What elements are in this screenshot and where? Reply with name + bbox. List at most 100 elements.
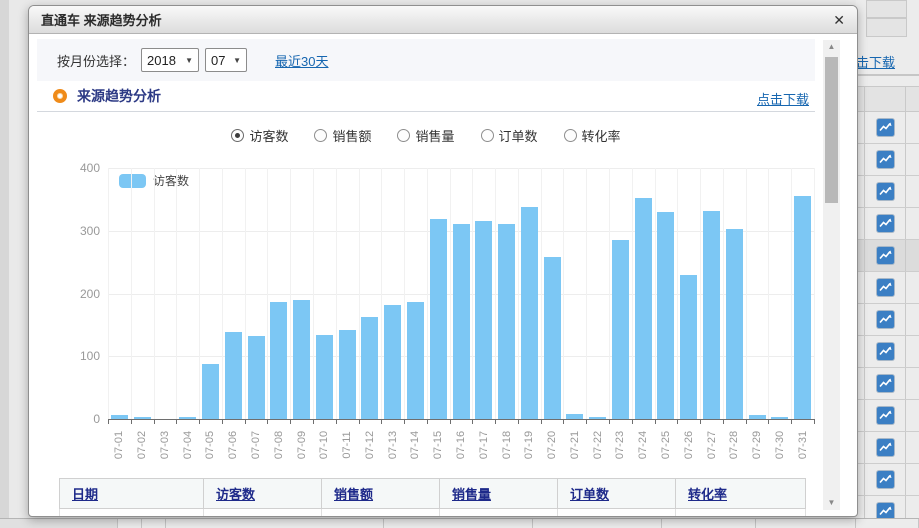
x-axis-tick — [267, 420, 268, 424]
column-sort-link[interactable]: 销售量 — [452, 484, 491, 503]
bar-07-28[interactable] — [726, 229, 743, 419]
bar-07-20[interactable] — [544, 257, 561, 419]
bg-table-row — [856, 336, 919, 368]
bar-07-19[interactable] — [521, 207, 538, 419]
bar-07-01[interactable] — [111, 415, 128, 419]
x-axis-label: 07-13 — [387, 431, 399, 459]
bar-07-10[interactable] — [316, 335, 333, 419]
bar-07-14[interactable] — [407, 302, 424, 419]
x-axis-tick — [359, 420, 360, 424]
dialog-titlebar[interactable]: 直通车 来源趋势分析 ✕ — [29, 6, 857, 34]
x-axis-label: 07-16 — [455, 431, 467, 459]
v-gridline — [791, 168, 792, 419]
bar-07-26[interactable] — [680, 275, 697, 419]
line-chart-icon[interactable] — [877, 311, 894, 328]
x-axis-tick — [131, 420, 132, 424]
line-chart-icon[interactable] — [877, 343, 894, 360]
bar-07-22[interactable] — [589, 417, 606, 419]
line-chart-icon[interactable] — [877, 119, 894, 136]
bar-07-02[interactable] — [134, 417, 151, 419]
v-gridline — [609, 168, 610, 419]
v-gridline — [131, 168, 132, 419]
x-axis-tick — [677, 420, 678, 424]
v-gridline — [746, 168, 747, 419]
table-cell — [557, 509, 675, 516]
bar-07-08[interactable] — [270, 302, 287, 419]
v-gridline — [313, 168, 314, 419]
x-axis-label: 07-02 — [136, 431, 148, 459]
bar-07-29[interactable] — [749, 415, 766, 419]
bg-table-row — [856, 112, 919, 144]
v-gridline — [723, 168, 724, 419]
line-chart-icon[interactable] — [877, 439, 894, 456]
bg-table-row — [856, 400, 919, 432]
bar-07-15[interactable] — [430, 219, 447, 419]
line-chart-icon[interactable] — [877, 407, 894, 424]
x-axis-label: 07-10 — [318, 431, 330, 459]
x-axis-tick — [655, 420, 656, 424]
bar-07-05[interactable] — [202, 364, 219, 419]
v-gridline — [336, 168, 337, 419]
x-axis-tick — [313, 420, 314, 424]
bar-07-31[interactable] — [794, 196, 811, 419]
v-gridline — [199, 168, 200, 419]
bar-07-18[interactable] — [498, 224, 515, 419]
v-gridline — [700, 168, 701, 419]
bar-07-16[interactable] — [453, 224, 470, 419]
bar-07-27[interactable] — [703, 211, 720, 419]
table-header-访客数: 访客数 — [203, 478, 321, 509]
x-axis-tick — [427, 420, 428, 424]
column-sort-link[interactable]: 订单数 — [570, 484, 609, 503]
x-axis-tick — [814, 420, 815, 424]
bar-07-07[interactable] — [248, 336, 265, 419]
bar-07-17[interactable] — [475, 221, 492, 419]
x-axis-label: 07-03 — [159, 431, 171, 459]
bar-07-06[interactable] — [225, 332, 242, 419]
bar-07-23[interactable] — [612, 240, 629, 419]
x-axis-line — [108, 419, 815, 420]
v-gridline — [267, 168, 268, 419]
x-axis-label: 07-21 — [569, 431, 581, 459]
line-chart-icon[interactable] — [877, 375, 894, 392]
scroll-up-icon[interactable]: ▲ — [823, 40, 840, 54]
x-axis-tick — [336, 420, 337, 424]
screen: 点击下载 直通车 来源趋势分析 ✕ 按月份选择： 2018 ▼ 07 — [0, 0, 919, 528]
x-axis-tick — [154, 420, 155, 424]
x-axis-label: 07-05 — [204, 431, 216, 459]
line-chart-icon[interactable] — [877, 471, 894, 488]
v-gridline — [404, 168, 405, 419]
bg-bottom-cell — [662, 519, 756, 528]
line-chart-icon[interactable] — [877, 215, 894, 232]
bg-table-row — [856, 304, 919, 336]
line-chart-icon[interactable] — [877, 151, 894, 168]
bar-07-13[interactable] — [384, 305, 401, 419]
bar-07-04[interactable] — [179, 417, 196, 419]
close-icon[interactable]: ✕ — [833, 13, 845, 27]
bg-table-row — [856, 240, 919, 272]
x-axis-label: 07-24 — [637, 431, 649, 459]
x-axis-label: 07-17 — [478, 431, 490, 459]
line-chart-icon[interactable] — [877, 279, 894, 296]
column-sort-link[interactable]: 转化率 — [688, 484, 727, 503]
x-axis-label: 07-27 — [706, 431, 718, 459]
dialog-scrollbar[interactable]: ▲ ▼ — [823, 40, 840, 510]
bar-07-12[interactable] — [361, 317, 378, 419]
column-sort-link[interactable]: 访客数 — [216, 484, 255, 503]
bar-07-09[interactable] — [293, 300, 310, 419]
scroll-down-icon[interactable]: ▼ — [823, 496, 840, 510]
column-sort-link[interactable]: 销售额 — [334, 484, 373, 503]
line-chart-icon[interactable] — [877, 183, 894, 200]
column-sort-link[interactable]: 日期 — [72, 484, 98, 503]
scrollbar-thumb[interactable] — [825, 57, 838, 203]
v-gridline — [245, 168, 246, 419]
line-chart-icon[interactable] — [877, 247, 894, 264]
background-page-right: 点击下载 — [856, 0, 919, 518]
v-gridline — [472, 168, 473, 419]
legend-label: 访客数 — [153, 172, 189, 189]
bar-07-25[interactable] — [657, 212, 674, 419]
bar-07-30[interactable] — [771, 417, 788, 419]
bar-07-24[interactable] — [635, 198, 652, 419]
bar-07-11[interactable] — [339, 330, 356, 419]
bg-bottom-cell — [142, 519, 166, 528]
bar-07-21[interactable] — [566, 414, 583, 419]
